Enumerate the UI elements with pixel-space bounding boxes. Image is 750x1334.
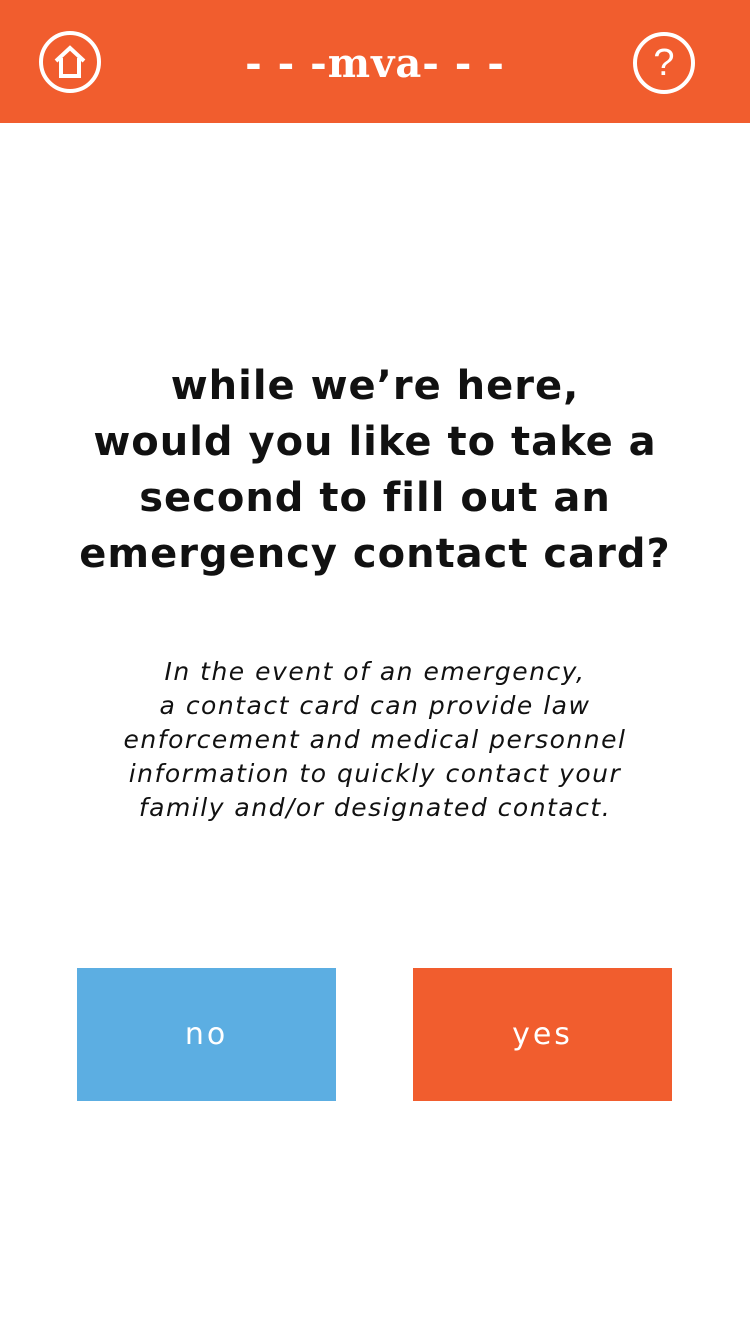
headline-line: second to fill out an: [139, 475, 611, 521]
headline-line: while we’re here,: [170, 363, 580, 409]
headline-line: would you like to take a: [93, 419, 657, 465]
prompt-headline: while we’re here, would you like to take…: [40, 358, 710, 582]
description-line: enforcement and medical personnel: [123, 725, 627, 754]
help-button[interactable]: ?: [633, 32, 695, 94]
no-button[interactable]: no: [77, 968, 336, 1101]
description-line: information to quickly contact your: [128, 759, 622, 788]
headline-line: emergency contact card?: [79, 531, 671, 577]
description-line: a contact card can provide law: [159, 691, 591, 720]
description-line: In the event of an emergency,: [164, 657, 586, 686]
app-header: - - -mva- - - ?: [0, 0, 750, 123]
emergency-contact-prompt-screen: - - -mva- - - ? while we’re here, would …: [0, 0, 750, 1334]
yes-button[interactable]: yes: [413, 968, 672, 1101]
description-line: family and/or designated contact.: [138, 793, 612, 822]
question-icon: ?: [653, 42, 675, 84]
prompt-description: In the event of an emergency, a contact …: [60, 655, 690, 825]
